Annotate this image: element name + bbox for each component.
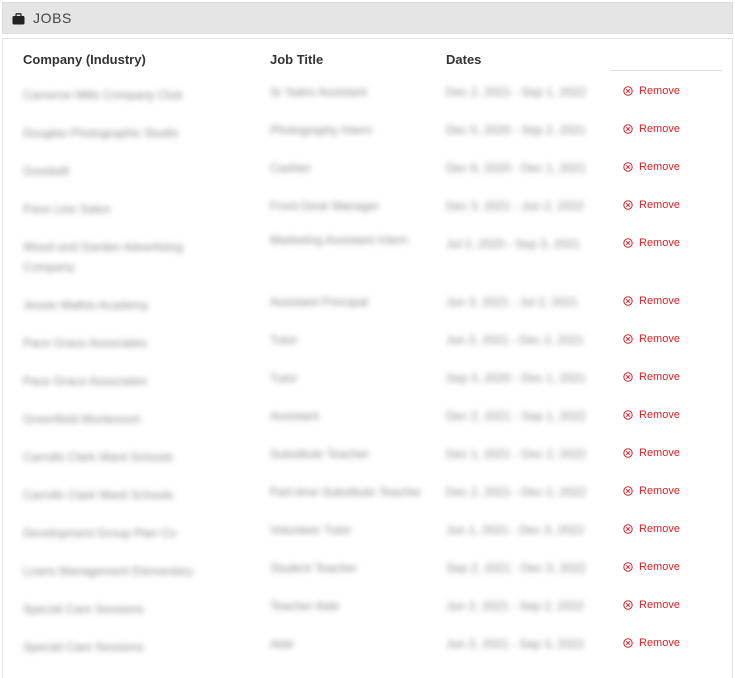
remove-circle-x-icon bbox=[623, 448, 633, 458]
company-cell: Greenfield Montessori bbox=[23, 412, 141, 426]
remove-label: Remove bbox=[639, 199, 680, 211]
job-title-cell: Photography Intern bbox=[270, 123, 373, 137]
remove-button[interactable]: Remove bbox=[623, 561, 680, 573]
remove-circle-x-icon bbox=[623, 86, 633, 96]
remove-label: Remove bbox=[639, 561, 680, 573]
job-title-cell: Part-time Substitute Teacher bbox=[270, 485, 422, 499]
remove-label: Remove bbox=[639, 409, 680, 421]
dates-cell: Dec 5, 2020 - Sep 2, 2021 bbox=[446, 123, 587, 137]
remove-circle-x-icon bbox=[623, 524, 633, 534]
job-title-cell: Substitute Teacher bbox=[270, 447, 370, 461]
remove-label: Remove bbox=[639, 637, 680, 649]
job-title-cell: Tutor bbox=[270, 333, 298, 347]
dates-cell: Jun 3, 2021 - Jul 2, 2021 bbox=[446, 295, 579, 309]
column-header-dates: Dates bbox=[446, 52, 482, 67]
remove-button[interactable]: Remove bbox=[623, 599, 680, 611]
dates-cell: Dec 2, 2021 - Sep 1, 2022 bbox=[446, 409, 587, 423]
column-header-company: Company (Industry) bbox=[23, 52, 146, 67]
dates-cell: Jun 2, 2021 - Sep 2, 2022 bbox=[446, 599, 585, 613]
remove-label: Remove bbox=[639, 599, 680, 611]
company-cell: Development Group Plan Co bbox=[23, 526, 177, 540]
job-title-cell: Sr Sales Assistant bbox=[270, 85, 367, 99]
company-cell: Carrolls Clark Ward Schools bbox=[23, 488, 174, 502]
remove-circle-x-icon bbox=[623, 162, 633, 172]
remove-label: Remove bbox=[639, 371, 680, 383]
job-title-cell: Assistant Principal bbox=[270, 295, 369, 309]
briefcase-icon bbox=[12, 12, 25, 25]
remove-button[interactable]: Remove bbox=[623, 295, 680, 307]
dates-cell: Dec 6, 2020 - Dec 1, 2021 bbox=[446, 161, 587, 175]
job-title-cell: Aide bbox=[270, 637, 295, 651]
remove-button[interactable]: Remove bbox=[623, 371, 680, 383]
column-header-title: Job Title bbox=[270, 52, 324, 67]
dates-cell: Dec 2, 2021 - Dec 2, 2022 bbox=[446, 485, 587, 499]
job-title-cell: Front Desk Manager bbox=[270, 199, 380, 213]
dates-cell: Jun 1, 2021 - Dec 3, 2022 bbox=[446, 523, 585, 537]
remove-label: Remove bbox=[639, 237, 680, 249]
remove-circle-x-icon bbox=[623, 124, 633, 134]
company-cell: Douglas Photographic Studio bbox=[23, 126, 179, 140]
dates-cell: Dec 3, 2021 - Jun 2, 2022 bbox=[446, 199, 585, 213]
job-title-cell: Tutor bbox=[270, 371, 298, 385]
dates-cell: Sep 3, 2020 - Dec 1, 2021 bbox=[446, 371, 587, 385]
remove-circle-x-icon bbox=[623, 238, 633, 248]
remove-button[interactable]: Remove bbox=[623, 123, 680, 135]
remove-button[interactable]: Remove bbox=[623, 637, 680, 649]
panel-title: JOBS bbox=[33, 10, 72, 26]
remove-circle-x-icon bbox=[623, 334, 633, 344]
company-cell: Jessie Mathis Academy bbox=[23, 298, 149, 312]
jobs-table: Company (Industry) Job Title Dates Camer… bbox=[2, 38, 733, 678]
header-divider bbox=[610, 70, 722, 71]
company-cell: Cameron Mills Company Club bbox=[23, 88, 183, 102]
remove-button[interactable]: Remove bbox=[623, 485, 680, 497]
company-cell: Pace Grace Associates bbox=[23, 374, 148, 388]
job-title-cell: Volunteer Tutor bbox=[270, 523, 352, 537]
remove-label: Remove bbox=[639, 123, 680, 135]
panel-header: JOBS bbox=[2, 2, 733, 34]
company-cell: Special Care Sessions bbox=[23, 602, 144, 616]
remove-label: Remove bbox=[639, 523, 680, 535]
company-cell: Special Care Sessions bbox=[23, 640, 144, 654]
remove-label: Remove bbox=[639, 85, 680, 97]
remove-label: Remove bbox=[639, 485, 680, 497]
remove-button[interactable]: Remove bbox=[623, 237, 680, 249]
dates-cell: Sep 2, 2021 - Dec 3, 2022 bbox=[446, 561, 587, 575]
remove-label: Remove bbox=[639, 333, 680, 345]
remove-button[interactable]: Remove bbox=[623, 523, 680, 535]
remove-circle-x-icon bbox=[623, 372, 633, 382]
job-title-cell: Cashier bbox=[270, 161, 312, 175]
job-title-cell: Marketing Assistant Intern bbox=[270, 233, 409, 247]
remove-circle-x-icon bbox=[623, 486, 633, 496]
remove-label: Remove bbox=[639, 161, 680, 173]
remove-circle-x-icon bbox=[623, 296, 633, 306]
dates-cell: Jul 2, 2020 - Sep 3, 2021 bbox=[446, 237, 581, 251]
remove-label: Remove bbox=[639, 447, 680, 459]
remove-circle-x-icon bbox=[623, 638, 633, 648]
remove-button[interactable]: Remove bbox=[623, 447, 680, 459]
job-title-cell: Teacher Aide bbox=[270, 599, 340, 613]
remove-button[interactable]: Remove bbox=[623, 199, 680, 211]
company-cell: Carrolls Clark Ward Schools bbox=[23, 450, 174, 464]
dates-cell: Dec 1, 2021 - Dec 2, 2022 bbox=[446, 447, 587, 461]
company-cell: Pace Line Salon bbox=[23, 202, 111, 216]
company-cell: Wood and Garden Advertising Company bbox=[23, 240, 183, 274]
job-title-cell: Student Teacher bbox=[270, 561, 358, 575]
dates-cell: Jun 3, 2021 - Dec 2, 2021 bbox=[446, 333, 585, 347]
company-cell: Loans Management Elementary bbox=[23, 564, 194, 578]
remove-button[interactable]: Remove bbox=[623, 85, 680, 97]
company-cell: Pace Grace Associates bbox=[23, 336, 148, 350]
remove-circle-x-icon bbox=[623, 562, 633, 572]
remove-button[interactable]: Remove bbox=[623, 161, 680, 173]
dates-cell: Jun 3, 2021 - Sep 3, 2022 bbox=[446, 637, 585, 651]
remove-circle-x-icon bbox=[623, 200, 633, 210]
company-cell: Goodwill bbox=[23, 164, 70, 178]
dates-cell: Dec 2, 2021 - Sep 1, 2022 bbox=[446, 85, 587, 99]
remove-circle-x-icon bbox=[623, 600, 633, 610]
remove-button[interactable]: Remove bbox=[623, 333, 680, 345]
remove-label: Remove bbox=[639, 295, 680, 307]
remove-circle-x-icon bbox=[623, 410, 633, 420]
remove-button[interactable]: Remove bbox=[623, 409, 680, 421]
job-title-cell: Assistant bbox=[270, 409, 319, 423]
